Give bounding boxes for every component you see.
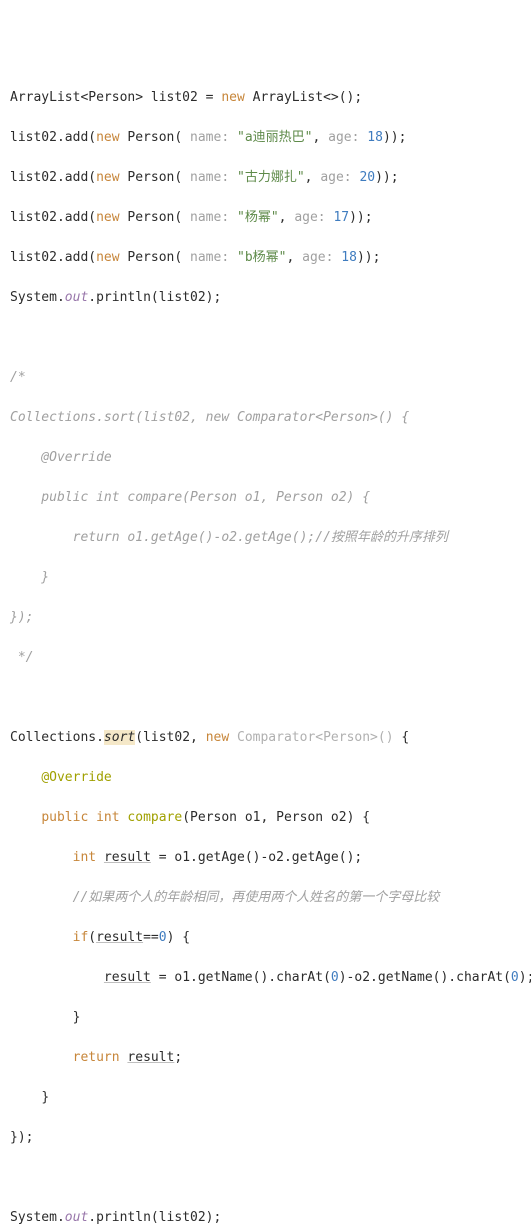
comment-line[interactable]: /* <box>10 368 521 388</box>
code-line[interactable]: } <box>10 1008 521 1028</box>
comment-line[interactable]: } <box>10 568 521 588</box>
code-line-blank[interactable] <box>10 688 521 708</box>
comment-line[interactable]: public int compare(Person o1, Person o2)… <box>10 488 521 508</box>
code-line[interactable]: list02.add(new Person( name: "a迪丽热巴", ag… <box>10 128 521 148</box>
comment-line[interactable]: @Override <box>10 448 521 468</box>
code-line-blank[interactable] <box>10 328 521 348</box>
code-line[interactable]: return result; <box>10 1048 521 1068</box>
code-line[interactable]: ArrayList<Person> list02 = new ArrayList… <box>10 88 521 108</box>
code-line[interactable]: list02.add(new Person( name: "古力娜扎", age… <box>10 168 521 188</box>
code-line[interactable]: Collections.sort(list02, new Comparator<… <box>10 728 521 748</box>
comment-line[interactable]: */ <box>10 648 521 668</box>
comment-line[interactable]: return o1.getAge()-o2.getAge();//按照年龄的升序… <box>10 528 521 548</box>
comment-line[interactable]: }); <box>10 608 521 628</box>
code-line[interactable]: int result = o1.getAge()-o2.getAge(); <box>10 848 521 868</box>
code-line[interactable]: result = o1.getName().charAt(0)-o2.getNa… <box>10 968 521 988</box>
code-line[interactable]: if(result==0) { <box>10 928 521 948</box>
code-line[interactable]: list02.add(new Person( name: "杨幂", age: … <box>10 208 521 228</box>
code-line-blank[interactable] <box>10 1168 521 1188</box>
code-line[interactable]: }); <box>10 1128 521 1148</box>
code-line[interactable]: System.out.println(list02); <box>10 288 521 308</box>
code-line[interactable]: list02.add(new Person( name: "b杨幂", age:… <box>10 248 521 268</box>
code-line[interactable]: //如果两个人的年龄相同，再使用两个人姓名的第一个字母比较 <box>10 888 521 908</box>
code-line[interactable]: System.out.println(list02); <box>10 1208 521 1228</box>
comment-line[interactable]: Collections.sort(list02, new Comparator<… <box>10 408 521 428</box>
code-line[interactable]: public int compare(Person o1, Person o2)… <box>10 808 521 828</box>
code-line[interactable]: @Override <box>10 768 521 788</box>
code-line[interactable]: } <box>10 1088 521 1108</box>
